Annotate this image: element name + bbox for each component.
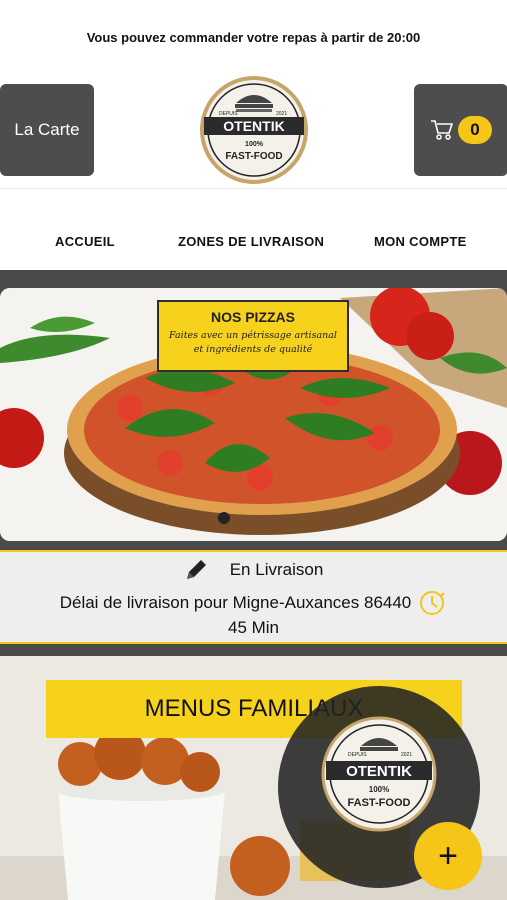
plus-icon: + (438, 836, 458, 875)
logo-tagline: FAST-FOOD (225, 151, 282, 162)
nav-item-zones-de-livraison[interactable]: ZONES DE LIVRAISON (178, 234, 324, 249)
floating-logo-brand: OTENTIK (346, 763, 412, 780)
delivery-delay-text: Délai de livraison pour Migne-Auxances 8… (59, 593, 412, 612)
header-divider (0, 188, 507, 189)
floating-logo-pct: 100% (369, 785, 389, 794)
add-fab-button[interactable]: + (414, 822, 482, 890)
logo-brand: OTENTIK (223, 118, 284, 134)
cart-button[interactable]: 0 (414, 84, 507, 176)
logo-since: DEPUIS (219, 111, 238, 117)
hero-banner-pizza[interactable]: NOS PIZZAS Faites avec un pétrissage art… (0, 288, 507, 541)
delivery-mode: En Livraison (229, 560, 324, 579)
la-carte-button[interactable]: La Carte (0, 84, 94, 176)
main-nav: ACCUEIL ZONES DE LIVRAISON MON COMPTE (0, 230, 507, 254)
floating-logo-since: DEPUIS (348, 752, 367, 758)
nav-item-mon-compte[interactable]: MON COMPTE (374, 234, 467, 249)
pizza-promo-label: NOS PIZZAS Faites avec un pétrissage art… (157, 300, 349, 372)
logo-pct: 100% (245, 141, 264, 148)
cart-count-badge: 0 (458, 116, 492, 144)
floating-logo-year: 2021 (401, 752, 412, 758)
la-carte-label: La Carte (14, 120, 80, 139)
delivery-info-panel[interactable]: En Livraison Délai de livraison pour Mig… (0, 550, 507, 644)
clock-icon (420, 591, 445, 615)
order-time-announcement: Vous pouvez commander votre repas à part… (86, 30, 421, 45)
promo-title: NOS PIZZAS (210, 309, 295, 325)
promo-subtitle: Faites avec un pétrissage artisanal et i… (169, 330, 337, 355)
logo-year: 2021 (276, 111, 287, 117)
nav-item-accueil[interactable]: ACCUEIL (55, 234, 115, 249)
otentik-logo[interactable]: DEPUIS 2021 OTENTIK 100% FAST-FOOD (196, 75, 312, 185)
pencil-icon[interactable] (184, 558, 208, 582)
cart-icon (431, 120, 454, 140)
carousel-indicator[interactable] (218, 512, 230, 524)
delivery-duration: 45 Min (227, 618, 280, 637)
floating-logo-tagline: FAST-FOOD (348, 797, 411, 809)
